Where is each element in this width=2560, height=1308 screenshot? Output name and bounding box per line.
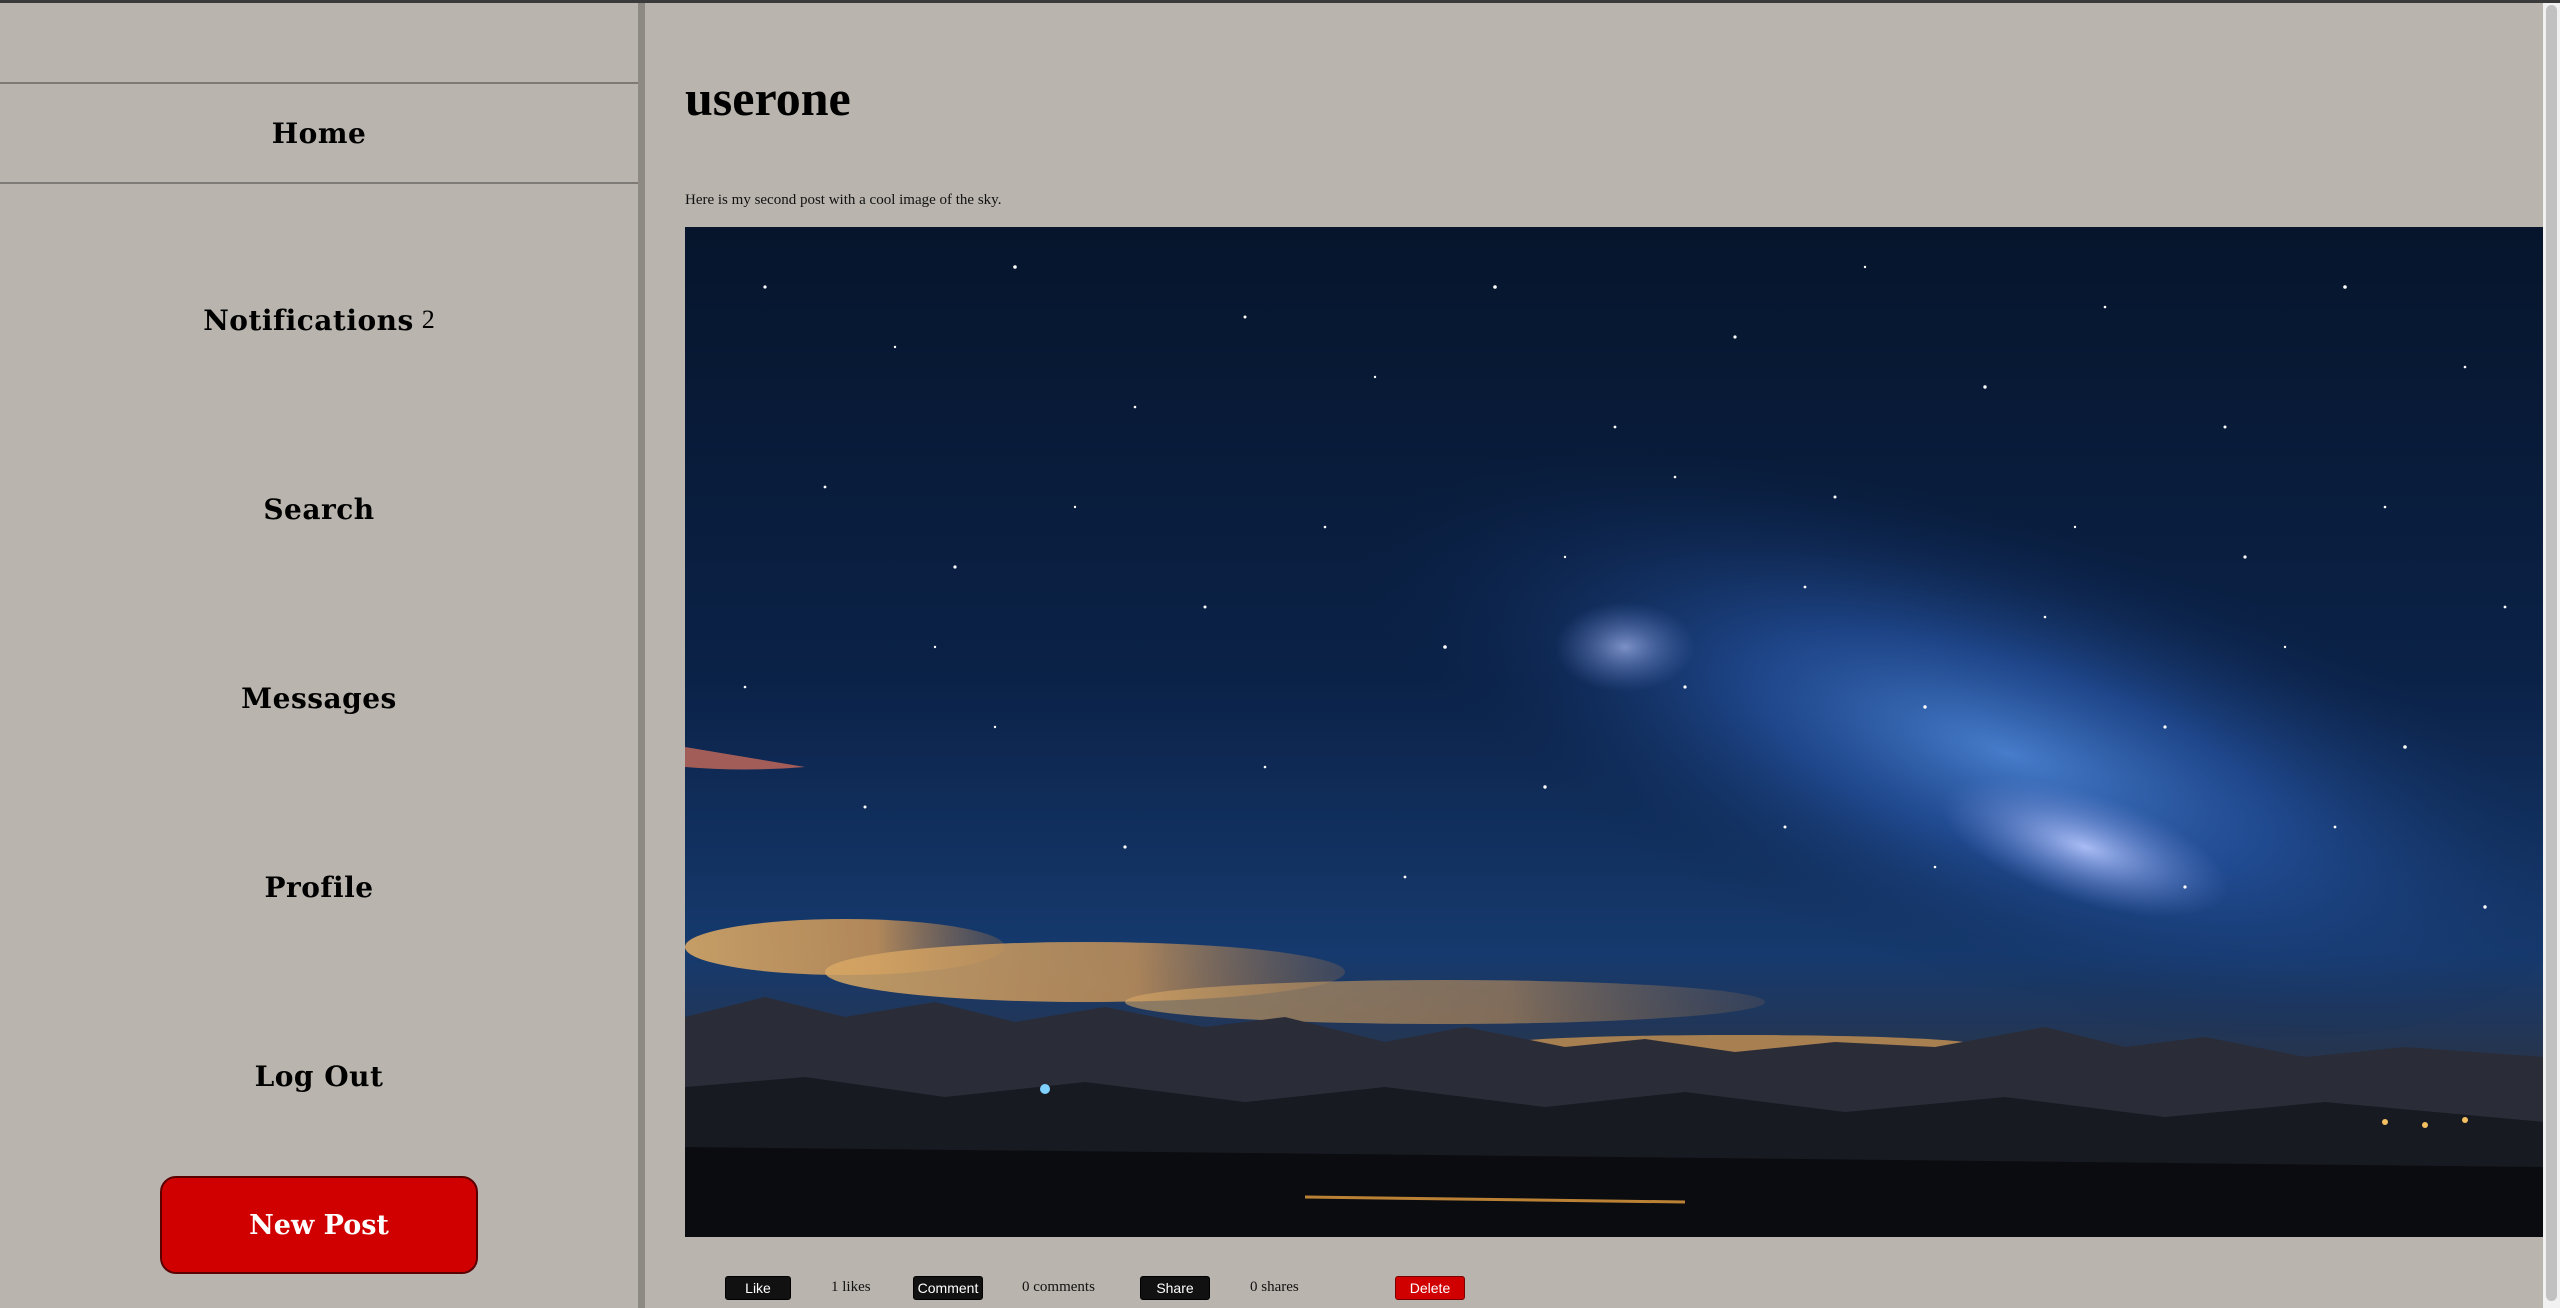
- night-sky-photo-icon: [685, 227, 2545, 1237]
- sidebar-item-label: Messages: [241, 681, 397, 715]
- comment-button[interactable]: Comment: [913, 1276, 983, 1300]
- sidebar-item-search[interactable]: Search: [0, 479, 638, 539]
- sidebar-item-label: Profile: [264, 870, 374, 904]
- post-username[interactable]: userone: [685, 69, 851, 127]
- sidebar-item-label: Home: [271, 116, 367, 150]
- post-view: userone Here is my second post with a co…: [645, 3, 2560, 1308]
- notification-count-badge: 2: [421, 305, 435, 334]
- sidebar-item-messages[interactable]: Messages: [0, 668, 638, 728]
- sidebar-item-profile[interactable]: Profile: [0, 857, 638, 917]
- likes-count: 1 likes: [831, 1279, 871, 1295]
- delete-button[interactable]: Delete: [1395, 1276, 1465, 1300]
- sidebar-item-label: Search: [263, 492, 375, 526]
- scrollbar-thumb[interactable]: [2546, 5, 2557, 1301]
- vertical-scrollbar[interactable]: [2543, 3, 2560, 1308]
- share-button[interactable]: Share: [1140, 1276, 1210, 1300]
- sidebar-item-notifications[interactable]: Notifications 2: [0, 290, 638, 350]
- sidebar-item-logout[interactable]: Log Out: [0, 1046, 638, 1106]
- sidebar-item-label: Log Out: [254, 1059, 384, 1093]
- sidebar-item-label: Notifications: [203, 303, 414, 337]
- new-post-button[interactable]: New Post: [160, 1176, 478, 1274]
- shares-count: 0 shares: [1250, 1279, 1299, 1295]
- sidebar-divider: [638, 3, 645, 1308]
- sidebar-item-home[interactable]: Home: [0, 82, 638, 184]
- like-button[interactable]: Like: [725, 1276, 791, 1300]
- post-image: [685, 227, 2545, 1237]
- comments-count: 0 comments: [1022, 1279, 1095, 1295]
- post-caption: Here is my second post with a cool image…: [685, 192, 1002, 208]
- sidebar: Home Notifications 2 Search Messages Pro…: [0, 3, 638, 1308]
